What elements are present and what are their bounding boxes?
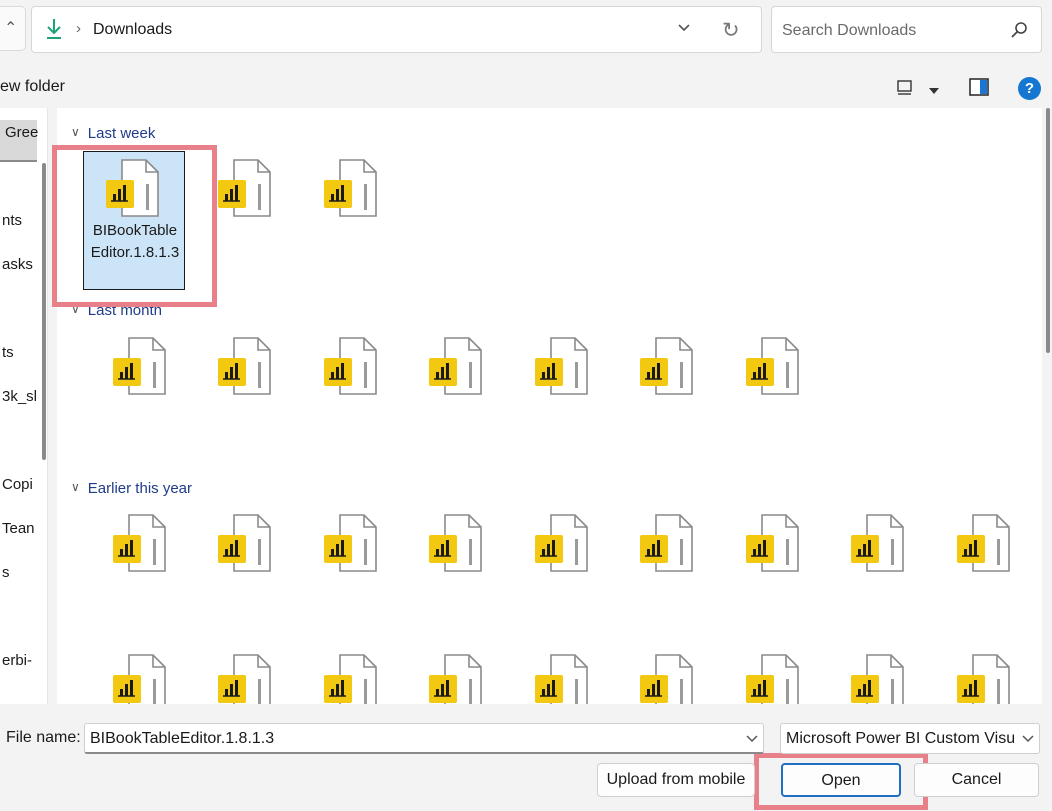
power-bi-file-icon bbox=[214, 336, 278, 401]
content-scrollbar[interactable] bbox=[1046, 108, 1050, 353]
group-header-last-week[interactable]: ∨ Last week bbox=[71, 125, 155, 142]
address-history-chevron-icon[interactable] bbox=[677, 21, 691, 40]
file-name-value: BIBookTableEditor.1.8.1.3 bbox=[90, 730, 275, 747]
download-icon bbox=[44, 17, 64, 46]
file-type-select[interactable]: Microsoft Power BI Custom Visu bbox=[780, 723, 1040, 754]
nav-item-3[interactable]: ts bbox=[2, 344, 36, 361]
power-bi-file-icon bbox=[425, 653, 489, 704]
nav-item-5[interactable]: Copi bbox=[2, 476, 36, 493]
nav-item-4[interactable]: 3k_sh bbox=[2, 388, 36, 405]
file-tile[interactable] bbox=[610, 646, 716, 704]
power-bi-file-icon bbox=[320, 513, 384, 578]
search-icon[interactable] bbox=[1010, 21, 1028, 44]
file-tile[interactable] bbox=[610, 329, 716, 469]
navigation-pane: Gree nts asks ts 3k_sh Copi Tean s erbi- bbox=[0, 108, 48, 704]
group-label: Last week bbox=[87, 125, 156, 142]
file-tile[interactable] bbox=[716, 646, 822, 704]
nav-scrollbar[interactable] bbox=[42, 163, 46, 460]
power-bi-file-icon bbox=[320, 653, 384, 704]
group-label: Earlier this year bbox=[87, 480, 192, 497]
breadcrumb-downloads[interactable]: Downloads bbox=[93, 21, 172, 39]
search-placeholder: Search Downloads bbox=[782, 22, 917, 39]
view-options-icon[interactable] bbox=[896, 79, 914, 102]
open-button[interactable]: Open bbox=[781, 763, 901, 797]
power-bi-file-icon bbox=[214, 158, 278, 223]
file-tile[interactable] bbox=[294, 506, 400, 646]
file-tile[interactable] bbox=[927, 506, 1033, 646]
power-bi-file-icon bbox=[531, 513, 595, 578]
file-tile[interactable] bbox=[716, 329, 822, 469]
up-arrow-icon: ⌃ bbox=[4, 20, 18, 37]
file-tile[interactable] bbox=[294, 151, 400, 291]
power-bi-file-icon bbox=[531, 336, 595, 401]
file-tile[interactable] bbox=[821, 646, 927, 704]
chevron-down-icon[interactable] bbox=[1021, 732, 1035, 750]
power-bi-file-icon bbox=[109, 653, 173, 704]
power-bi-file-icon bbox=[214, 653, 278, 704]
power-bi-file-icon bbox=[425, 513, 489, 578]
power-bi-file-icon bbox=[214, 513, 278, 578]
nav-item-8[interactable]: erbi- bbox=[2, 652, 36, 669]
file-tile[interactable] bbox=[83, 646, 189, 704]
file-tile[interactable] bbox=[610, 506, 716, 646]
file-tile[interactable] bbox=[716, 506, 822, 646]
file-tile[interactable] bbox=[399, 506, 505, 646]
chevron-down-icon: ∨ bbox=[71, 480, 80, 494]
new-folder-button[interactable]: ew folder bbox=[0, 78, 65, 96]
power-bi-file-icon bbox=[742, 513, 806, 578]
nav-item-6[interactable]: Tean bbox=[2, 520, 36, 537]
file-tile[interactable] bbox=[188, 329, 294, 469]
cancel-button[interactable]: Cancel bbox=[914, 763, 1039, 797]
power-bi-file-icon bbox=[953, 513, 1017, 578]
help-icon[interactable]: ? bbox=[1018, 77, 1041, 100]
address-bar[interactable]: › Downloads ↻ bbox=[31, 6, 762, 53]
power-bi-file-icon bbox=[109, 513, 173, 578]
power-bi-file-icon bbox=[636, 336, 700, 401]
nav-item-1[interactable]: nts bbox=[2, 212, 36, 229]
breadcrumb-separator: › bbox=[76, 20, 81, 37]
power-bi-file-icon bbox=[636, 653, 700, 704]
power-bi-file-icon bbox=[847, 653, 911, 704]
power-bi-file-icon bbox=[531, 653, 595, 704]
file-tile[interactable] bbox=[188, 506, 294, 646]
power-bi-file-icon bbox=[847, 513, 911, 578]
file-tile[interactable] bbox=[188, 646, 294, 704]
power-bi-file-icon bbox=[742, 336, 806, 401]
file-tile[interactable] bbox=[927, 646, 1033, 704]
chevron-down-icon: ∨ bbox=[71, 125, 80, 139]
group-header-earlier-this-year[interactable]: ∨ Earlier this year bbox=[71, 480, 192, 497]
file-tile[interactable] bbox=[294, 646, 400, 704]
up-button[interactable]: ⌃ bbox=[0, 6, 26, 51]
file-tile[interactable] bbox=[399, 329, 505, 469]
power-bi-file-icon bbox=[320, 158, 384, 223]
power-bi-file-icon bbox=[742, 653, 806, 704]
file-tile[interactable] bbox=[821, 506, 927, 646]
file-name-input[interactable]: BIBookTableEditor.1.8.1.3 bbox=[84, 723, 764, 754]
file-tile[interactable] bbox=[505, 506, 611, 646]
file-tile[interactable] bbox=[505, 329, 611, 469]
file-tile[interactable] bbox=[83, 506, 189, 646]
nav-item-7[interactable]: s bbox=[2, 564, 36, 581]
highlight-selected-file bbox=[52, 145, 217, 307]
chevron-down-icon[interactable] bbox=[745, 732, 759, 750]
power-bi-file-icon bbox=[320, 336, 384, 401]
view-dropdown-icon[interactable] bbox=[928, 83, 940, 101]
search-box[interactable]: Search Downloads bbox=[771, 6, 1042, 53]
file-tile[interactable] bbox=[505, 646, 611, 704]
file-type-value: Microsoft Power BI Custom Visu bbox=[786, 730, 1014, 747]
power-bi-file-icon bbox=[109, 336, 173, 401]
refresh-icon[interactable]: ↻ bbox=[722, 18, 740, 43]
file-tile[interactable] bbox=[294, 329, 400, 469]
preview-pane-icon[interactable] bbox=[969, 78, 989, 101]
upload-from-mobile-button[interactable]: Upload from mobile bbox=[597, 763, 755, 797]
power-bi-file-icon bbox=[636, 513, 700, 578]
nav-item-0[interactable]: Gree bbox=[5, 124, 39, 141]
nav-item-2[interactable]: asks bbox=[2, 256, 36, 273]
file-tile[interactable] bbox=[83, 329, 189, 469]
power-bi-file-icon bbox=[425, 336, 489, 401]
file-name-label: File name: bbox=[6, 729, 81, 746]
power-bi-file-icon bbox=[953, 653, 1017, 704]
file-tile[interactable] bbox=[399, 646, 505, 704]
